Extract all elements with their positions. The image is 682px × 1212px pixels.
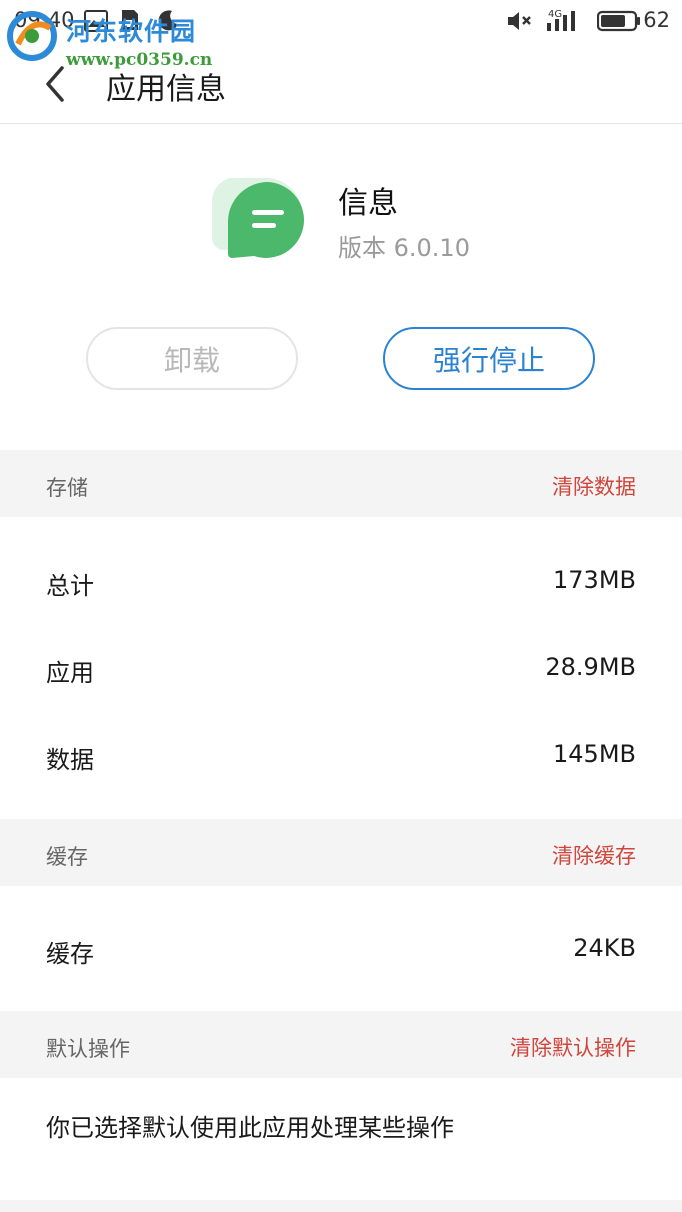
row-label: 总计 [46,572,94,600]
messages-app-icon [211,178,305,258]
cache-label: 缓存 [46,845,88,869]
storage-label: 存储 [46,476,88,500]
row-value: 145MB [553,740,636,768]
storage-row-app: 应用 28.9MB [0,627,682,714]
row-label: 缓存 [46,940,94,968]
network-type: 4G [548,9,562,20]
defaults-label: 默认操作 [46,1037,130,1061]
storage-section-header: 存储 清除数据 [0,450,682,517]
cache-section-header: 缓存 清除缓存 [0,819,682,886]
force-stop-button[interactable]: 强行停止 [383,327,595,390]
clear-defaults-button[interactable]: 清除默认操作 [510,1032,636,1062]
row-value: 173MB [553,566,636,594]
cache-row: 缓存 24KB [0,908,682,995]
defaults-description: 你已选择默认使用此应用处理某些操作 [46,1114,454,1142]
app-bar: 应用信息 [0,44,682,124]
watermark-title: 河东软件园 [66,17,197,46]
storage-row-total: 总计 173MB [0,540,682,627]
row-label: 应用 [46,659,94,687]
uninstall-button[interactable]: 卸载 [86,327,298,390]
signal-4g-icon: 4G [547,9,575,31]
back-button[interactable] [36,62,76,106]
bottom-divider [0,1200,682,1212]
battery-level: 62 [643,8,670,32]
status-bar: 09:40 河东软件园 www.pc0359.cn 4G 62 [0,0,682,70]
battery-icon [597,10,640,32]
row-value: 24KB [573,934,636,962]
clear-data-button[interactable]: 清除数据 [552,471,636,501]
app-name: 信息 [338,186,398,221]
row-label: 数据 [46,746,94,774]
app-version: 版本 6.0.10 [338,234,470,262]
defaults-section-header: 默认操作 清除默认操作 [0,1011,682,1078]
page-title: 应用信息 [106,72,226,107]
chevron-left-icon [46,66,64,102]
row-value: 28.9MB [545,653,636,681]
mute-icon [508,12,531,30]
storage-row-data: 数据 145MB [0,714,682,801]
clear-cache-button[interactable]: 清除缓存 [552,840,636,870]
